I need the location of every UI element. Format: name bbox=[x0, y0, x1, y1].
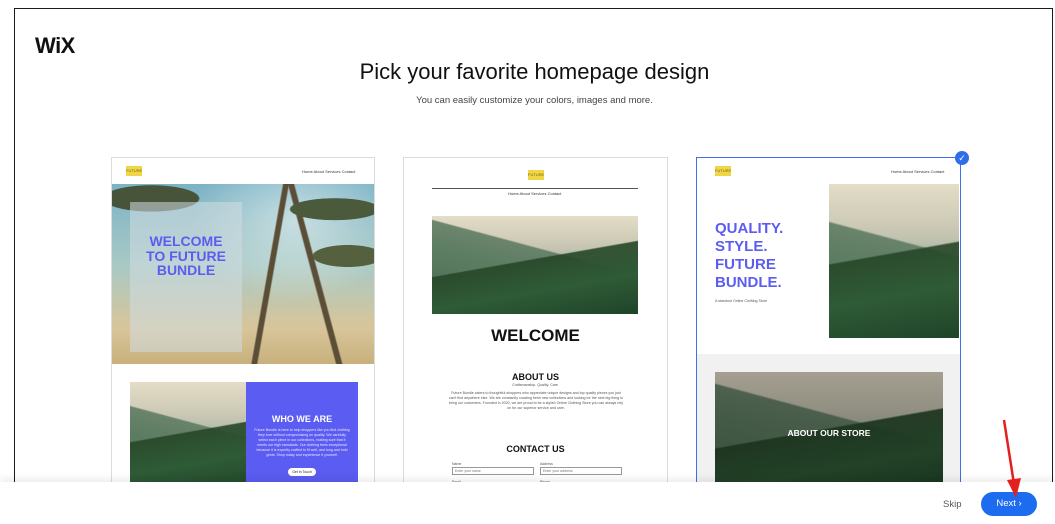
about-title: ABOUT US bbox=[512, 372, 559, 382]
hero-line-3: FUTURE bbox=[715, 256, 776, 273]
hero-line-2: STYLE. bbox=[715, 238, 768, 255]
hero-line-4: BUNDLE. bbox=[715, 274, 782, 291]
design-card-1[interactable]: FUTURE Home About Services Contact WELCO… bbox=[111, 157, 375, 499]
field-label: Address bbox=[540, 462, 553, 466]
section-title: WHO WE ARE bbox=[271, 414, 333, 424]
about-subtitle: Craftsmanship. Quality. Care. bbox=[512, 383, 559, 387]
page-subtitle: You can easily customize your colors, im… bbox=[416, 95, 653, 106]
welcome-heading: WELCOME bbox=[491, 326, 580, 345]
header-divider bbox=[432, 188, 638, 189]
field-label: Name bbox=[452, 462, 462, 466]
onboarding-screen: WiX Pick your favorite homepage design Y… bbox=[0, 0, 1055, 524]
template-logo: FUTURE bbox=[715, 166, 731, 176]
template-nav: Home About Services Contact bbox=[891, 169, 945, 174]
design-picker-panel: WiX Pick your favorite homepage design Y… bbox=[14, 8, 1053, 522]
design-card-2[interactable]: FUTURE Home About Services Contact WELCO… bbox=[403, 157, 668, 499]
skip-button[interactable]: Skip bbox=[943, 499, 961, 510]
page-title: Pick your favorite homepage design bbox=[359, 59, 710, 84]
template-nav: Home About Services Contact bbox=[302, 169, 356, 174]
about-body: Future Bundle caters to thoughtful shopp… bbox=[448, 391, 624, 411]
template-nav: Home About Services Contact bbox=[508, 191, 562, 196]
store-label: ABOUT OUR STORE bbox=[787, 428, 871, 438]
hero-text: WELCOME TO FUTURE BUNDLE bbox=[146, 233, 226, 279]
section-body: Future Bundle is here to help shoppers l… bbox=[254, 428, 350, 458]
field-placeholder: Enter your name bbox=[455, 469, 481, 473]
bottom-action-bar: Skip Next › bbox=[0, 482, 1055, 524]
template-logo: FUTURE bbox=[126, 166, 142, 176]
selected-check-icon: ✓ bbox=[955, 151, 969, 165]
mountain-image bbox=[432, 216, 638, 314]
design-card-3[interactable]: FUTURE Home About Services Contact QUALI… bbox=[696, 157, 961, 499]
mountain-image bbox=[829, 184, 959, 338]
hero-line-1: QUALITY. bbox=[715, 220, 784, 237]
contact-title: CONTACT US bbox=[506, 444, 565, 454]
mountain-image bbox=[130, 382, 246, 494]
field-placeholder: Enter your address bbox=[543, 469, 573, 473]
template-logo: FUTURE bbox=[528, 170, 544, 180]
hero-tagline: A standout Online Clothing Store bbox=[715, 299, 768, 303]
wix-logo: WiX bbox=[35, 33, 75, 58]
get-in-touch-button: Get in Touch bbox=[288, 468, 316, 476]
annotation-arrow-icon bbox=[1002, 419, 1021, 498]
